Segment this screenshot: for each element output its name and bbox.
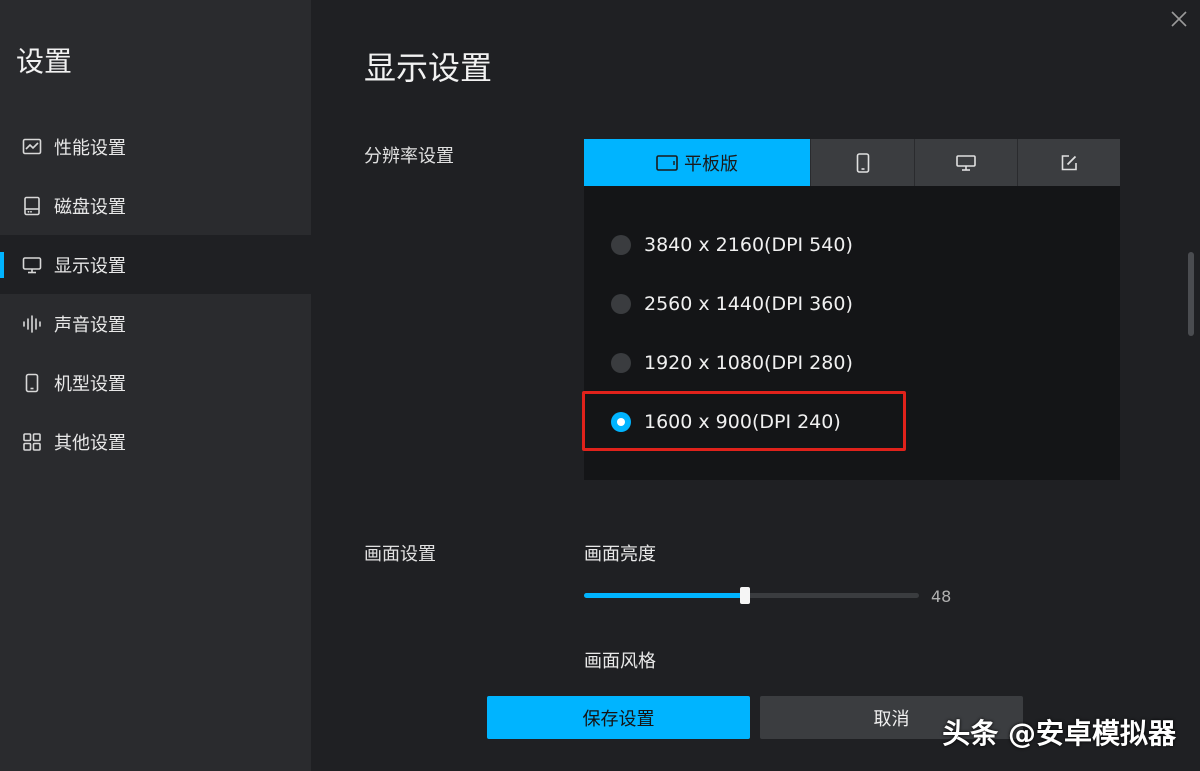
tab-phone[interactable] <box>810 139 914 186</box>
resolution-option[interactable]: 3840 x 2160(DPI 540) <box>611 225 853 265</box>
sidebar-item-sound[interactable]: 声音设置 <box>0 294 311 353</box>
phone-icon <box>22 373 42 393</box>
red-highlight-box <box>582 391 906 451</box>
monitor-icon <box>956 154 976 171</box>
display-section-label: 画面设置 <box>364 544 436 565</box>
tab-tablet[interactable]: 平板版 <box>584 139 810 186</box>
monitor-icon <box>22 255 42 275</box>
page-title: 显示设置 <box>364 49 493 87</box>
brightness-slider-thumb[interactable] <box>739 587 750 604</box>
resolution-tabbar: 平板版 <box>584 139 1120 186</box>
sidebar-item-label: 性能设置 <box>54 137 126 159</box>
close-icon <box>1171 11 1187 27</box>
sidebar-item-label: 磁盘设置 <box>54 196 126 218</box>
brightness-slider-fill <box>584 593 745 598</box>
sidebar: 设置 性能设置 磁盘设置 显示设置 声音设置 机型设置 其他设置 <box>0 0 311 771</box>
chart-icon <box>22 137 42 157</box>
brightness-label: 画面亮度 <box>584 544 656 565</box>
grid-icon <box>22 432 42 452</box>
tab-custom[interactable] <box>1017 139 1120 186</box>
tablet-icon <box>656 154 678 171</box>
brightness-value: 48 <box>931 587 952 606</box>
phone-icon <box>856 152 869 173</box>
sidebar-item-label: 机型设置 <box>54 373 126 395</box>
close-button[interactable] <box>1168 8 1190 30</box>
sidebar-item-other[interactable]: 其他设置 <box>0 412 311 471</box>
sidebar-item-label: 其他设置 <box>54 432 126 454</box>
radio-button[interactable] <box>611 353 631 373</box>
sidebar-item-performance[interactable]: 性能设置 <box>0 117 311 176</box>
resolution-section-label: 分辨率设置 <box>364 146 454 167</box>
tab-tablet-label: 平板版 <box>684 153 738 175</box>
sidebar-item-display[interactable]: 显示设置 <box>0 235 311 294</box>
tab-monitor[interactable] <box>914 139 1017 186</box>
disk-icon <box>22 196 42 216</box>
resolution-option-label: 3840 x 2160(DPI 540) <box>644 234 853 256</box>
radio-button[interactable] <box>611 235 631 255</box>
watermark: 头条 @安卓模拟器 <box>942 717 1176 750</box>
resolution-option-label: 2560 x 1440(DPI 360) <box>644 293 853 315</box>
resolution-options-panel: 3840 x 2160(DPI 540) 2560 x 1440(DPI 360… <box>582 186 1120 480</box>
active-indicator <box>0 252 4 278</box>
main-panel: 显示设置 分辨率设置 平板版 3840 x 2160(DPI 540) 2560… <box>311 0 1200 771</box>
sidebar-item-model[interactable]: 机型设置 <box>0 353 311 412</box>
sidebar-item-label: 显示设置 <box>54 255 126 277</box>
sidebar-title: 设置 <box>16 45 73 78</box>
resolution-option[interactable]: 1920 x 1080(DPI 280) <box>611 343 853 383</box>
scrollbar[interactable] <box>1188 252 1194 336</box>
sidebar-item-label: 声音设置 <box>54 314 126 336</box>
brightness-slider[interactable] <box>584 587 919 604</box>
edit-icon <box>1061 154 1077 170</box>
save-button[interactable]: 保存设置 <box>487 696 750 739</box>
sound-icon <box>22 314 42 334</box>
resolution-option-label: 1920 x 1080(DPI 280) <box>644 352 853 374</box>
sidebar-item-disk[interactable]: 磁盘设置 <box>0 176 311 235</box>
radio-button[interactable] <box>611 294 631 314</box>
style-label: 画面风格 <box>584 651 656 672</box>
resolution-option[interactable]: 2560 x 1440(DPI 360) <box>611 284 853 324</box>
